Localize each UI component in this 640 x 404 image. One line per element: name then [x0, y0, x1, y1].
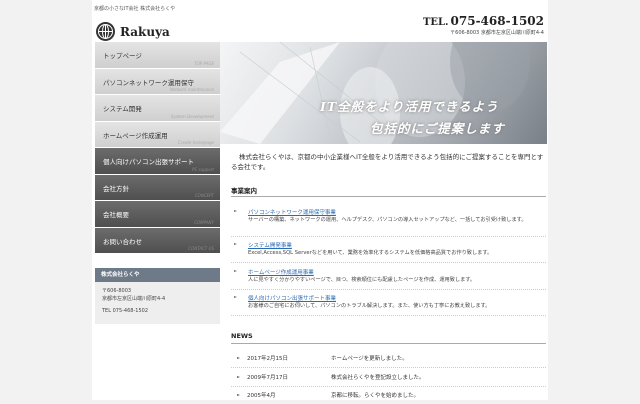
company-postal: 〒606-8003 [102, 288, 132, 294]
nav-item-contact[interactable]: お問い合わせ CONTACT US [95, 227, 220, 254]
triangle-right-icon: ► [234, 268, 238, 273]
triangle-right-icon: ► [237, 374, 241, 379]
hero-banner: IT全般をより活用できるよう 包括的にご提案します [220, 42, 547, 144]
hero-line-1: IT全般をより活用できるよう [320, 99, 499, 114]
service-desc: サーバーの構築、ネットワークの運用、ヘルプデスク、パソコンの導入セットアップなど… [248, 217, 527, 223]
logo-text: Rakuya [120, 24, 170, 39]
divider [231, 289, 546, 291]
service-link[interactable]: パソコンネットワーク運用保守事業 [248, 208, 336, 216]
company-address: 京都市左京区山端川原町4-4 [102, 296, 166, 302]
company-info-box: 株式会社らくや 〒606-8003 京都市左京区山端川原町4-4 TEL 075… [95, 268, 220, 324]
divider [231, 236, 546, 238]
tel-label: TEL. [422, 17, 449, 28]
site-tagline: 京都の小さなIT会社 株式会社らくや [94, 6, 176, 12]
sidebar-nav: トップページ TOP PAGE パソコンネットワーク運用保守 Network mai… [95, 42, 220, 254]
service-desc: 人に見やすく分かりやすいページで、目つ、検索順位にも配慮したページを作成、運用致… [248, 277, 476, 283]
triangle-right-icon: ► [234, 241, 238, 246]
news-heading: NEWS [231, 332, 253, 340]
news-item: ► 2005年4月 京都に移転。らくやを始めました。 [231, 386, 546, 404]
nav-sub: System Development [170, 113, 214, 119]
nav-sub: COMPANY [194, 219, 214, 225]
intro-text: 株式会社らくやは、京都の中小企業様へIT全般をより活用できるよう包括的にご提案す… [231, 153, 544, 171]
nav-sub: TOP PAGE [194, 60, 214, 66]
service-desc: お客様のご自宅にお伺いして、パソコンのトラブル解決します。また、使い方も丁寧にお… [248, 303, 491, 309]
service-link[interactable]: ホームページ作成運用事業 [248, 268, 314, 276]
triangle-right-icon: ► [237, 392, 241, 397]
news-date: 2017年2月15日 [247, 356, 288, 362]
nav-item-top[interactable]: トップページ TOP PAGE [95, 42, 220, 69]
triangle-right-icon: ► [234, 208, 238, 213]
nav-label: お問い合わせ [103, 237, 142, 246]
divider [231, 315, 546, 317]
company-tel: TEL 075-468-1502 [102, 308, 149, 314]
nav-item-network[interactable]: パソコンネットワーク運用保守 Network maintenance [95, 68, 220, 95]
news-divider [231, 343, 546, 344]
triangle-right-icon: ► [237, 355, 241, 360]
nav-label: システム開発 [103, 105, 142, 113]
nav-sub: Create homepage [178, 140, 214, 145]
news-date: 2005年4月 [247, 393, 276, 399]
service-link[interactable]: システム開発事業 [248, 241, 292, 249]
news-text: ホームページを更新しました。 [331, 356, 408, 362]
globe-icon [96, 22, 115, 41]
nav-item-homepage[interactable]: ホームページ作成運用 Create homepage [95, 121, 220, 148]
nav-label: ホームページ作成運用 [103, 131, 168, 140]
nav-label: トップページ [103, 52, 142, 60]
site-logo[interactable]: Rakuya [96, 22, 170, 41]
nav-label: 個人向けパソコン出張サポート [103, 158, 194, 166]
tel-number: 075-468-1502 [450, 14, 544, 28]
nav-sub: CONTACT US [188, 246, 214, 251]
nav-label: パソコンネットワーク運用保守 [103, 78, 194, 87]
divider [231, 262, 546, 264]
news-item: ► 2017年2月15日 ホームページを更新しました。 [231, 349, 546, 368]
header-phone[interactable]: TEL. 075-468-1502 [423, 14, 544, 28]
service-desc: Excel,Access,SQL Serverなどを用いて、業務を効率化するシス… [248, 250, 493, 256]
nav-sub: CONCEPT [194, 193, 214, 198]
nav-sub: Network maintenance [169, 87, 214, 92]
triangle-right-icon: ► [234, 294, 238, 299]
nav-item-pc-support[interactable]: 個人向けパソコン出張サポート PC support [95, 148, 220, 175]
nav-label: 会社方針 [103, 184, 129, 193]
service-link[interactable]: 個人向けパソコン出張サポート事業 [248, 294, 336, 302]
hero-line-2: 包括的にご提案します [370, 121, 505, 136]
nav-item-concept[interactable]: 会社方針 CONCEPT [95, 174, 220, 201]
news-item: ► 2009年7月17日 株式会社らくやを登記設立しました。 [231, 368, 546, 387]
nav-item-company[interactable]: 会社概要 COMPANY [95, 201, 220, 228]
nav-item-system[interactable]: システム開発 System Development [95, 95, 220, 122]
news-text: 京都に移転。らくやを始めました。 [331, 393, 420, 399]
services-heading: 事業案内 [231, 187, 257, 195]
news-text: 株式会社らくやを登記設立しました。 [331, 375, 425, 381]
company-box-title: 株式会社らくや [95, 268, 220, 282]
nav-sub: PC support [192, 166, 214, 172]
header-address: 〒606-8003 京都市左京区山端川原町4-4 [450, 30, 544, 36]
nav-label: 会社概要 [103, 211, 129, 219]
services-divider [231, 196, 546, 197]
news-date: 2009年7月17日 [247, 375, 288, 381]
